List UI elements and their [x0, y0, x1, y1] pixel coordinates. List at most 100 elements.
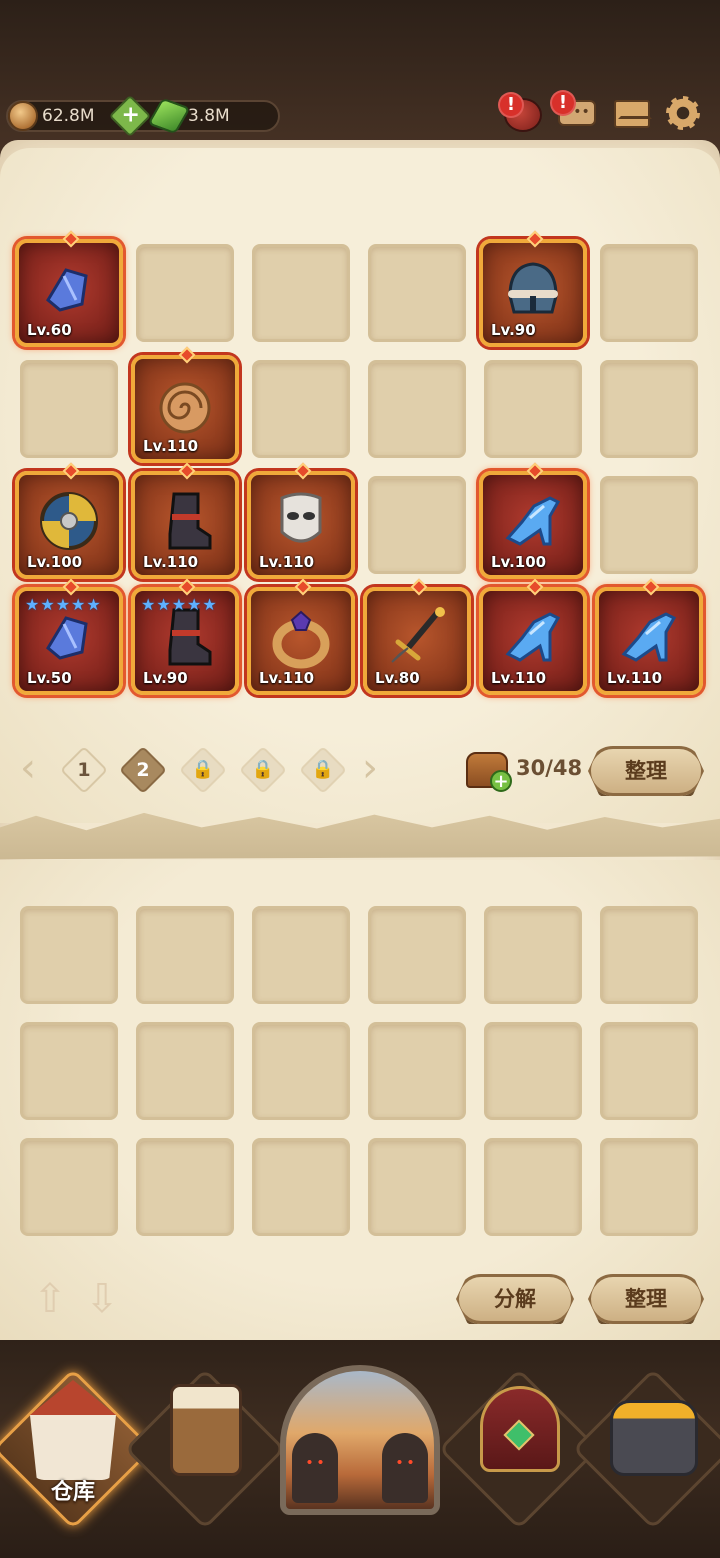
gold-display: 62.8M — [8, 100, 95, 132]
empty-slot[interactable] — [600, 360, 698, 458]
adventure-portal-icon[interactable] — [280, 1365, 440, 1515]
storage-slot[interactable] — [484, 906, 582, 1004]
lock-icon: 🔒 — [191, 759, 215, 780]
inventory-item[interactable]: Lv.110 — [247, 462, 355, 579]
storage-slot[interactable] — [20, 1138, 118, 1236]
warehouse-icon — [30, 1380, 116, 1480]
empty-slot[interactable] — [252, 360, 350, 458]
empty-slot[interactable] — [368, 360, 466, 458]
empty-slot[interactable] — [600, 476, 698, 574]
mask-icon — [268, 488, 334, 554]
item-level: Lv.80 — [375, 669, 420, 687]
dismantle-button[interactable]: 分解 — [456, 1274, 574, 1324]
star-icon: ★ — [171, 595, 187, 614]
storage-slot[interactable] — [136, 906, 234, 1004]
storage-slot[interactable] — [600, 1022, 698, 1120]
glass-slipper-icon — [616, 604, 682, 670]
inventory-item[interactable]: Lv.90 — [479, 230, 587, 347]
empty-slot[interactable] — [368, 244, 466, 342]
item-level: Lv.100 — [27, 553, 83, 571]
hooded-figure-left — [292, 1433, 338, 1503]
hooded-figure-right — [382, 1433, 428, 1503]
sort-storage-button[interactable]: 整理 — [588, 1274, 704, 1324]
inventory-item[interactable]: ★ ★ ★ ★ ★ Lv.50 — [15, 578, 123, 695]
storage-slot[interactable] — [252, 1138, 350, 1236]
item-level: Lv.110 — [491, 669, 547, 687]
star-icon: ★ — [40, 595, 55, 614]
chat-button[interactable]: ! — [550, 90, 598, 132]
storage-slot[interactable] — [252, 906, 350, 1004]
item-level: Lv.110 — [607, 669, 663, 687]
inventory-item[interactable]: Lv.60 — [15, 230, 123, 347]
chat-alert-badge: ! — [550, 90, 576, 116]
settings-button[interactable] — [664, 94, 704, 134]
storage-slot[interactable] — [136, 1022, 234, 1120]
dagger-icon — [384, 604, 450, 670]
lock-icon: 🔒 — [251, 759, 275, 780]
inventory-item[interactable]: Lv.80 — [363, 578, 471, 695]
boots-icon — [152, 488, 218, 554]
inventory-item[interactable]: Lv.110 — [131, 346, 239, 463]
storage-slot[interactable] — [368, 906, 466, 1004]
empty-slot[interactable] — [252, 244, 350, 342]
inventory-item[interactable]: ★ ★ ★ ★ ★ Lv.90 — [131, 578, 239, 695]
inventory-item[interactable]: Lv.110 — [479, 578, 587, 695]
star-icon: ★ — [156, 595, 171, 614]
gem-value: 3.8M — [188, 106, 230, 126]
bag-button[interactable]: ! — [498, 92, 544, 132]
nav-warehouse-label: 仓库 — [50, 1480, 95, 1505]
page-1-label: 1 — [77, 759, 91, 781]
glass-slipper-icon — [500, 604, 566, 670]
storage-slot[interactable] — [600, 906, 698, 1004]
star-icon: ★ — [187, 595, 202, 614]
empty-slot[interactable] — [20, 360, 118, 458]
green-gem-icon — [147, 97, 191, 135]
inventory-item[interactable]: Lv.110 — [247, 578, 355, 695]
page-2-label: 2 — [136, 759, 150, 781]
shield-icon — [36, 488, 102, 554]
storage-slot[interactable] — [368, 1022, 466, 1120]
mail-button[interactable] — [614, 94, 654, 134]
item-level: Lv.110 — [143, 437, 199, 455]
nav-warehouse[interactable]: 仓库 — [0, 1362, 154, 1530]
expand-capacity-plus-icon[interactable]: + — [490, 770, 512, 792]
inventory-item[interactable]: Lv.100 — [15, 462, 123, 579]
star-icon: ★ — [55, 595, 71, 614]
empty-slot[interactable] — [600, 244, 698, 342]
gold-value: 62.8M — [42, 106, 95, 126]
star-rating: ★ ★ ★ ★ ★ — [141, 595, 217, 614]
ring-icon — [268, 604, 334, 670]
item-level: Lv.50 — [27, 669, 72, 687]
empty-slot[interactable] — [484, 360, 582, 458]
storage-slot[interactable] — [252, 1022, 350, 1120]
forge-anvil-icon — [610, 1400, 698, 1476]
move-down-arrow[interactable]: ⇩ — [80, 1277, 124, 1321]
tavern-mug-icon — [170, 1384, 242, 1476]
storage-slot[interactable] — [484, 1022, 582, 1120]
star-icon: ★ — [141, 595, 156, 614]
storage-slot[interactable] — [368, 1138, 466, 1236]
sort-inventory-button[interactable]: 整理 — [588, 746, 704, 796]
inventory-item[interactable]: Lv.100 — [479, 462, 587, 579]
move-up-arrow[interactable]: ⇧ — [28, 1277, 72, 1321]
item-level: Lv.100 — [491, 553, 547, 571]
prev-page-arrow[interactable]: ‹ — [20, 748, 48, 788]
nav-tavern[interactable] — [124, 1362, 286, 1530]
storage-slot[interactable] — [484, 1138, 582, 1236]
nav-forge[interactable] — [572, 1362, 720, 1530]
mail-icon — [614, 100, 652, 128]
next-page-arrow[interactable]: › — [362, 748, 390, 788]
storage-slot[interactable] — [20, 906, 118, 1004]
empty-slot[interactable] — [368, 476, 466, 574]
empty-slot[interactable] — [136, 244, 234, 342]
item-level: Lv.60 — [27, 321, 72, 339]
gem-display: 3.8M — [147, 97, 230, 135]
storage-slot[interactable] — [600, 1138, 698, 1236]
storage-slot[interactable] — [136, 1138, 234, 1236]
inventory-item[interactable]: Lv.110 — [131, 462, 239, 579]
nav-treasure[interactable] — [438, 1362, 600, 1530]
inventory-item[interactable]: Lv.110 — [595, 578, 703, 695]
storage-slot[interactable] — [20, 1022, 118, 1120]
item-level: Lv.110 — [259, 553, 315, 571]
bag-alert-badge: ! — [498, 92, 524, 118]
